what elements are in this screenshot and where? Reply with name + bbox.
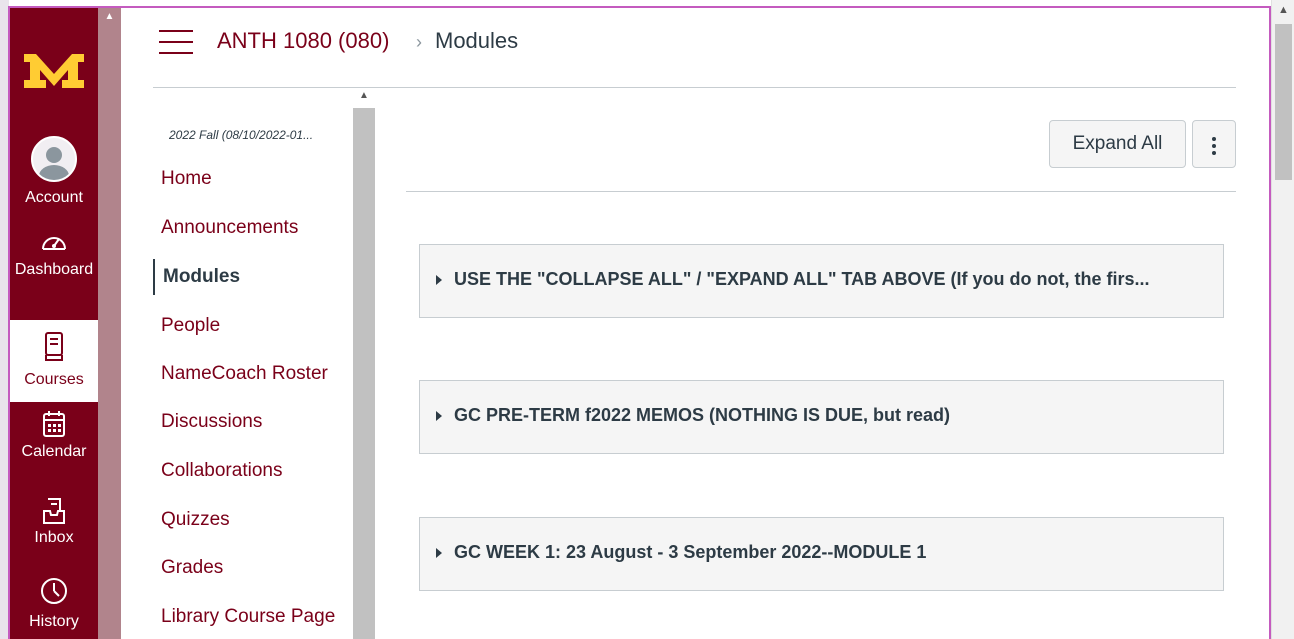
scroll-up-icon[interactable]: ▲ — [1272, 4, 1294, 16]
page-scrollbar[interactable]: ▲ — [1271, 0, 1294, 639]
university-logo[interactable] — [22, 48, 86, 92]
avatar-icon — [31, 136, 77, 182]
global-nav: Account Dashboard Courses Calendar Inbox… — [10, 8, 98, 639]
global-nav-scrollbar[interactable]: ▲ — [98, 8, 121, 639]
course-nav: 2022 Fall (08/10/2022-01... Home Announc… — [153, 88, 353, 639]
course-nav-discussions[interactable]: Discussions — [161, 411, 262, 433]
caret-right-icon — [436, 411, 442, 421]
module-title: GC WEEK 1: 23 August - 3 September 2022-… — [454, 542, 927, 562]
module-title: USE THE "COLLAPSE ALL" / "EXPAND ALL" TA… — [454, 269, 1150, 289]
module-header[interactable]: GC WEEK 1: 23 August - 3 September 2022-… — [419, 517, 1224, 591]
expand-all-button[interactable]: Expand All — [1049, 120, 1186, 168]
nav-inbox-label: Inbox — [34, 529, 74, 546]
nav-dashboard[interactable]: Dashboard — [10, 228, 98, 318]
calendar-icon — [43, 411, 65, 437]
nav-history-label: History — [29, 613, 79, 630]
module-header[interactable]: USE THE "COLLAPSE ALL" / "EXPAND ALL" TA… — [419, 244, 1224, 318]
nav-calendar-label: Calendar — [21, 443, 87, 460]
speedometer-icon — [42, 237, 66, 250]
breadcrumb-current-page: Modules — [435, 28, 519, 53]
course-nav-announcements[interactable]: Announcements — [161, 217, 298, 239]
nav-dashboard-label: Dashboard — [14, 261, 94, 278]
module-title: GC PRE-TERM f2022 MEMOS (NOTHING IS DUE,… — [454, 405, 951, 425]
inbox-icon — [43, 498, 65, 524]
kebab-menu-icon — [1193, 134, 1235, 158]
module-header[interactable]: GC PRE-TERM f2022 MEMOS (NOTHING IS DUE,… — [419, 380, 1224, 454]
scrollbar-thumb[interactable] — [1275, 24, 1292, 180]
course-term: 2022 Fall (08/10/2022-01... — [169, 128, 314, 142]
course-nav-library-course-page[interactable]: Library Course Page — [161, 606, 335, 628]
course-nav-collaborations[interactable]: Collaborations — [161, 460, 282, 482]
course-nav-grades[interactable]: Grades — [161, 557, 223, 579]
window-edge — [0, 0, 9, 639]
toolbar-divider — [406, 191, 1236, 192]
caret-right-icon — [436, 275, 442, 285]
course-nav-people[interactable]: People — [161, 315, 220, 337]
nav-courses-label: Courses — [24, 371, 84, 388]
nav-account[interactable]: Account — [10, 136, 98, 214]
scrollbar-thumb[interactable] — [353, 108, 375, 639]
course-nav-scrollbar[interactable]: ▲ — [353, 88, 375, 639]
scroll-up-icon[interactable]: ▲ — [353, 90, 375, 106]
breadcrumb: ANTH 1080 (080) › Modules — [121, 8, 1269, 88]
clock-icon — [41, 578, 67, 604]
course-nav-namecoach-roster[interactable]: NameCoach Roster — [161, 363, 328, 385]
caret-right-icon — [436, 548, 442, 558]
breadcrumb-separator-icon: › — [416, 32, 422, 52]
breadcrumb-course-link[interactable]: ANTH 1080 (080) — [217, 28, 389, 54]
modules-content: Expand All USE THE "COLLAPSE ALL" / "EXP… — [375, 88, 1269, 639]
more-options-button[interactable] — [1192, 120, 1236, 168]
course-nav-quizzes[interactable]: Quizzes — [161, 509, 230, 531]
nav-calendar[interactable]: Calendar — [10, 408, 98, 486]
nav-inbox[interactable]: Inbox — [10, 496, 98, 566]
nav-history[interactable]: History — [10, 574, 98, 639]
book-icon — [45, 332, 63, 361]
course-nav-home[interactable]: Home — [161, 168, 212, 190]
hamburger-menu-icon[interactable] — [159, 30, 193, 56]
scroll-up-icon[interactable]: ▲ — [98, 10, 121, 24]
nav-account-label: Account — [25, 189, 83, 206]
course-nav-modules[interactable]: Modules — [153, 259, 240, 295]
nav-courses[interactable]: Courses — [10, 320, 98, 402]
